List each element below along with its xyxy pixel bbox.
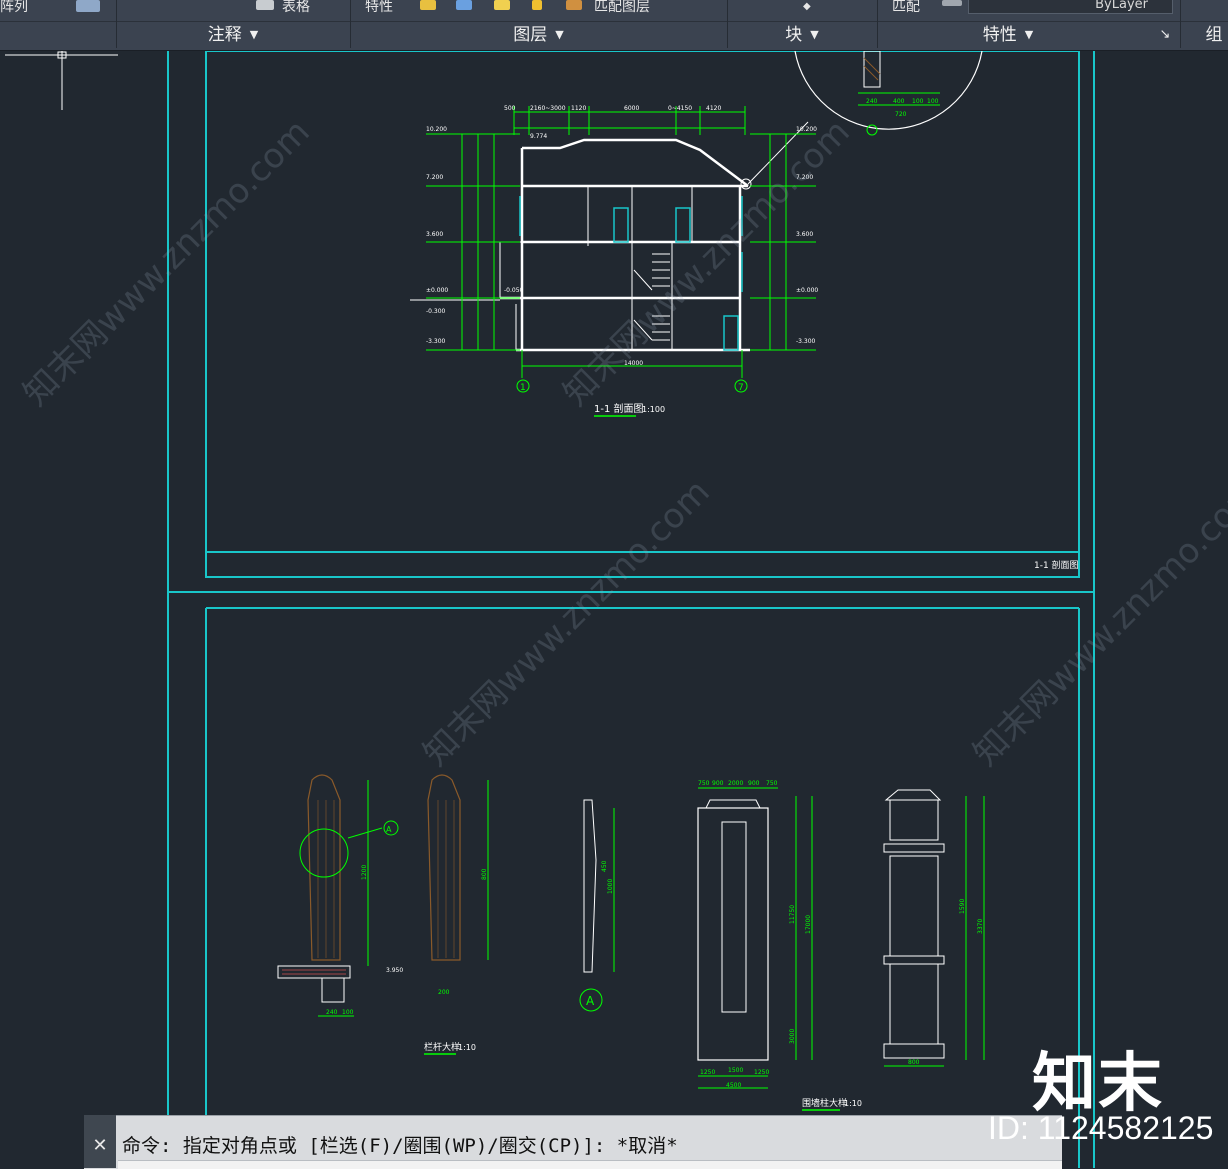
svg-text:800: 800 — [908, 1059, 920, 1066]
svg-text:±0.000: ±0.000 — [426, 287, 448, 294]
svg-text:1500: 1500 — [728, 1067, 743, 1074]
panel-separator — [1180, 0, 1181, 48]
svg-text:-0.300: -0.300 — [426, 308, 446, 315]
svg-text:10.200: 10.200 — [426, 126, 447, 133]
chevron-down-icon: ▼ — [1024, 28, 1034, 41]
panel-annotation[interactable]: 注释 ▼ — [117, 22, 349, 48]
svg-text:900: 900 — [712, 780, 724, 787]
svg-text:750: 750 — [766, 780, 778, 787]
drawing-canvas[interactable]: 1-1 剖面图 240 400 100 100 720 500 2160~300… — [0, 51, 1228, 1168]
ucs-cursor — [5, 51, 118, 110]
section-scale: 1:100 — [642, 405, 665, 414]
svg-text:-3.300: -3.300 — [796, 338, 816, 345]
railing-detail: A 1200 800 3.950 200 240 100 1000 450 A … — [277, 774, 615, 1055]
svg-text:3370: 3370 — [977, 919, 984, 934]
match-props-label[interactable]: 匹配 — [892, 0, 932, 18]
command-history: 命令: 指定对角点或 [栏选(F)/圈围(WP)/圈交(CP)]: *取消* — [122, 1135, 678, 1157]
svg-text:200: 200 — [438, 989, 450, 996]
layer-on-icon[interactable] — [494, 0, 510, 10]
svg-text:0~4150: 0~4150 — [668, 105, 692, 112]
layer-combo[interactable]: ByLayer — [968, 0, 1173, 14]
svg-text:2000: 2000 — [728, 780, 743, 787]
svg-text:3.600: 3.600 — [796, 231, 813, 238]
layer-iso-icon[interactable] — [532, 0, 542, 10]
svg-text:17000: 17000 — [805, 915, 812, 934]
svg-text:-0.050: -0.050 — [504, 287, 524, 294]
railing-title: 栏杆大样 — [424, 1041, 460, 1053]
svg-text:4500: 4500 — [726, 1082, 741, 1089]
svg-text:240: 240 — [326, 1009, 338, 1016]
layer-props-label[interactable]: 特性 — [365, 0, 415, 18]
chevron-down-icon: ▼ — [249, 28, 259, 41]
svg-text:4120: 4120 — [706, 105, 721, 112]
svg-text:450: 450 — [601, 860, 608, 872]
svg-text:750: 750 — [698, 780, 710, 787]
svg-text:100: 100 — [927, 98, 939, 105]
svg-text:14000: 14000 — [624, 360, 643, 367]
svg-text:500: 500 — [504, 105, 516, 112]
close-icon[interactable]: ✕ — [90, 1136, 110, 1156]
svg-text:A: A — [386, 825, 392, 834]
svg-text:800: 800 — [481, 868, 488, 880]
svg-text:1250: 1250 — [754, 1069, 769, 1076]
svg-text:10.200: 10.200 — [796, 126, 817, 133]
svg-text:9.774: 9.774 — [530, 133, 547, 140]
detail-callout: 240 400 100 100 720 — [747, 51, 983, 185]
svg-text:1000: 1000 — [607, 879, 614, 894]
panel-block[interactable]: 块 ▼ — [728, 22, 876, 48]
ribbon: 阵列 表格 特性 匹配图层 ◆ 匹配 ByLayer 注释 ▼ 图层 ▼ 块 ▼ 特性… — [0, 0, 1228, 51]
block-dropdown-icon[interactable]: ◆ — [803, 0, 817, 18]
linetype-icon[interactable] — [942, 0, 962, 6]
brand-id: ID: 1124582125 — [988, 1110, 1214, 1146]
chevron-down-icon: ▼ — [810, 28, 819, 41]
section-title: 1-1 剖面图 — [594, 402, 644, 415]
svg-text:2160~3000: 2160~3000 — [530, 105, 566, 112]
match-layer-label[interactable]: 匹配图层 — [594, 0, 674, 18]
railing-scale: 1:10 — [458, 1043, 476, 1052]
svg-text:240: 240 — [866, 98, 878, 105]
svg-text:1120: 1120 — [571, 105, 586, 112]
layer-freeze-icon[interactable] — [420, 0, 436, 10]
pillar-title: 围墙柱大样 — [802, 1097, 847, 1109]
detail-marker-a: A — [586, 994, 595, 1008]
svg-text:7.200: 7.200 — [426, 174, 443, 181]
table-label[interactable]: 表格 — [282, 0, 342, 18]
svg-text:100: 100 — [912, 98, 924, 105]
svg-text:1250: 1250 — [700, 1069, 715, 1076]
table-icon[interactable] — [256, 0, 274, 10]
array-icon[interactable] — [76, 0, 100, 12]
svg-text:3.600: 3.600 — [426, 231, 443, 238]
layer-lock-icon[interactable] — [456, 0, 472, 10]
svg-text:-3.300: -3.300 — [426, 338, 446, 345]
title-block-label: 1-1 剖面图 — [1034, 559, 1079, 571]
svg-text:±0.000: ±0.000 — [796, 287, 818, 294]
svg-text:1200: 1200 — [361, 865, 368, 880]
svg-text:11750: 11750 — [789, 905, 796, 924]
axis-label-1: 1 — [520, 383, 526, 393]
svg-text:7.200: 7.200 — [796, 174, 813, 181]
svg-text:1590: 1590 — [959, 899, 966, 914]
svg-text:3.950: 3.950 — [386, 967, 403, 974]
svg-text:400: 400 — [893, 98, 905, 105]
chevron-down-icon: ▼ — [555, 28, 564, 41]
pillar-detail: 750 900 2000 900 750 11750 17000 3000 12… — [697, 780, 985, 1111]
svg-text:6000: 6000 — [624, 105, 639, 112]
axis-label-7: 7 — [738, 383, 744, 393]
properties-launcher-icon[interactable]: ↘ — [1150, 22, 1180, 48]
panel-layers[interactable]: 图层 ▼ — [351, 22, 726, 48]
panel-group[interactable]: 组 — [1200, 22, 1228, 48]
pillar-scale: 1:10 — [844, 1099, 862, 1108]
array-label[interactable]: 阵列 — [0, 0, 40, 18]
svg-text:100: 100 — [342, 1009, 354, 1016]
svg-text:720: 720 — [895, 111, 907, 118]
panel-properties[interactable]: 特性 ▼ — [878, 22, 1138, 48]
sheet-frames — [167, 51, 1095, 1168]
svg-text:3000: 3000 — [789, 1029, 796, 1044]
match-layer-icon[interactable] — [566, 0, 582, 10]
section-drawing: 500 2160~3000 1120 6000 0~4150 4120 10.2… — [410, 105, 818, 417]
svg-text:900: 900 — [748, 780, 760, 787]
